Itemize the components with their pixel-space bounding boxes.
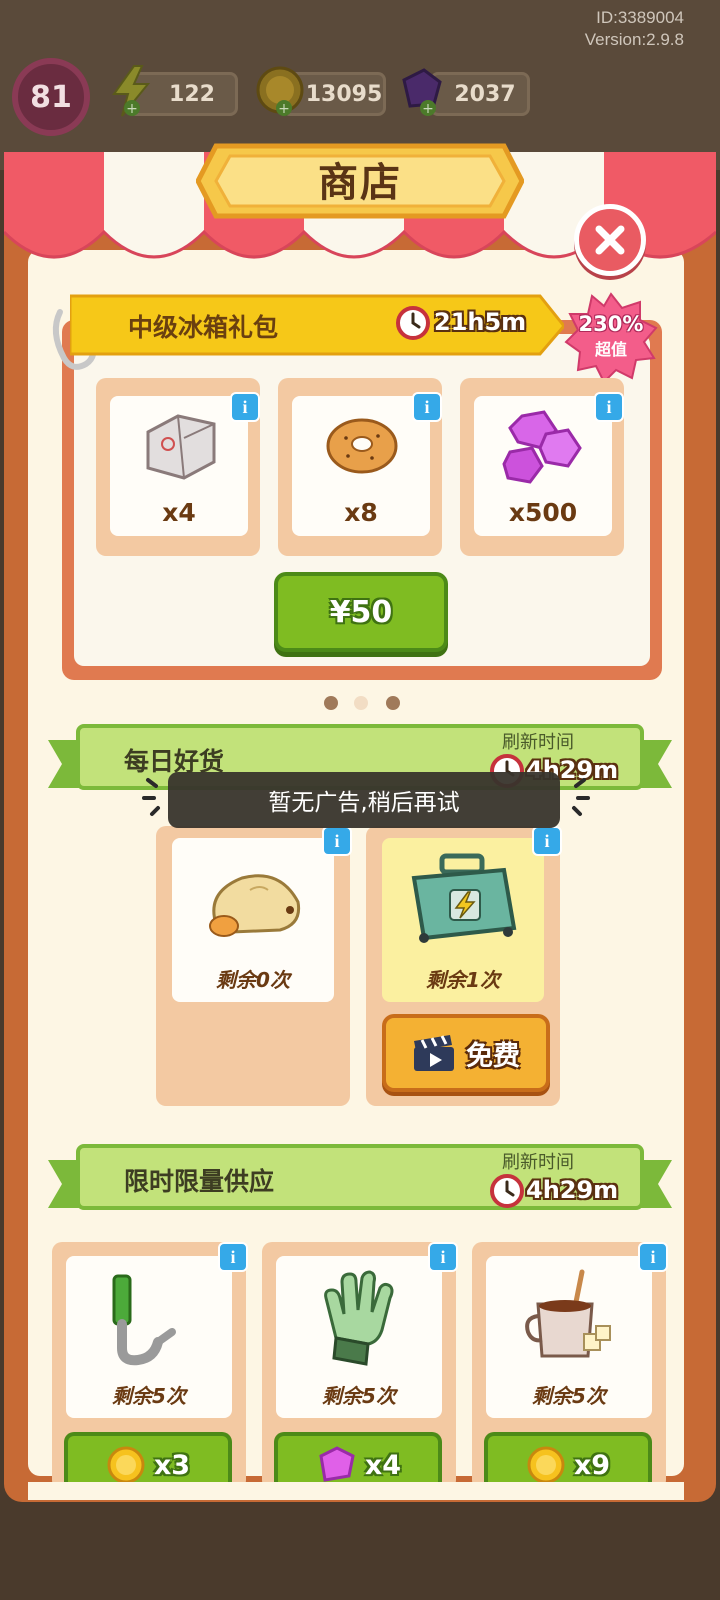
limited-refresh-label: 刷新时间	[502, 1152, 574, 1173]
gem-icon: +	[402, 68, 442, 117]
video-clapper-icon	[414, 1035, 454, 1071]
cost-label: x4	[364, 1449, 402, 1481]
info-button[interactable]: i	[218, 1242, 248, 1272]
version-label: Version:2.9.8	[584, 30, 684, 49]
free-button-label: 免费	[466, 1040, 520, 1072]
hot-chocolate-icon	[525, 1269, 611, 1358]
value-percent: 230%	[578, 312, 644, 336]
pack-item-qty: x500	[508, 498, 578, 527]
energy-value: 122	[169, 81, 215, 107]
pack-item-qty: x4	[162, 498, 196, 527]
close-button[interactable]	[574, 204, 646, 276]
coin-icon: +	[256, 66, 304, 117]
svg-text:+: +	[126, 101, 138, 117]
gem-icon	[319, 1446, 355, 1482]
scroll-clip-edge	[28, 1482, 684, 1500]
info-button[interactable]: i	[230, 392, 260, 422]
close-icon	[595, 225, 625, 255]
daily-item-remaining: 剩余1次	[426, 968, 500, 992]
daily-item-remaining: 剩余0次	[216, 968, 290, 992]
watch-ad-free-button[interactable]: 免费	[382, 1014, 550, 1092]
player-level-badge[interactable]: 81	[12, 58, 90, 136]
dough-icon	[209, 874, 301, 937]
limited-item-remaining: 剩余5次	[532, 1384, 606, 1408]
clock-icon	[396, 306, 430, 340]
pack-timer: 21h5m	[434, 308, 527, 336]
buy-pack-button[interactable]: ¥50	[274, 572, 448, 652]
player-id-label: ID:3389004	[596, 8, 684, 27]
clock-icon	[490, 1174, 524, 1208]
cost-label: x9	[573, 1449, 611, 1481]
svg-text:+: +	[278, 101, 290, 117]
page-dot-active[interactable]	[354, 696, 368, 710]
glove-icon	[324, 1270, 394, 1366]
value-label: 超值	[594, 340, 627, 359]
svg-text:+: +	[422, 101, 434, 117]
gem-value: 2037	[454, 81, 516, 107]
limited-item-remaining: 剩余5次	[322, 1384, 396, 1408]
limited-title: 限时限量供应	[124, 1167, 275, 1196]
daily-refresh-label: 刷新时间	[502, 732, 574, 753]
pack-item-qty: x8	[344, 498, 378, 527]
info-button[interactable]: i	[638, 1242, 668, 1272]
energy-toolbox-icon	[411, 853, 517, 943]
bagel-icon	[326, 418, 398, 474]
info-button[interactable]: i	[428, 1242, 458, 1272]
lightning-icon: +	[112, 65, 151, 117]
page-dot[interactable]	[386, 696, 400, 710]
coin-icon	[527, 1446, 565, 1484]
player-level-value: 81	[30, 79, 72, 115]
shop-title: 商店	[318, 160, 402, 206]
fridge-icon	[146, 414, 216, 480]
info-button[interactable]: i	[594, 392, 624, 422]
pack-name: 中级冰箱礼包	[128, 313, 279, 342]
pipe-wrench-icon	[112, 1274, 176, 1366]
gems-icon	[502, 410, 582, 484]
limited-timer: 4h29m	[526, 1176, 619, 1204]
toast-message: 暂无广告,稍后再试	[168, 772, 560, 828]
limited-item-remaining: 剩余5次	[112, 1384, 186, 1408]
cost-label: x3	[153, 1449, 191, 1481]
page-dot[interactable]	[324, 696, 338, 710]
info-button[interactable]: i	[412, 392, 442, 422]
coin-icon	[107, 1446, 145, 1484]
